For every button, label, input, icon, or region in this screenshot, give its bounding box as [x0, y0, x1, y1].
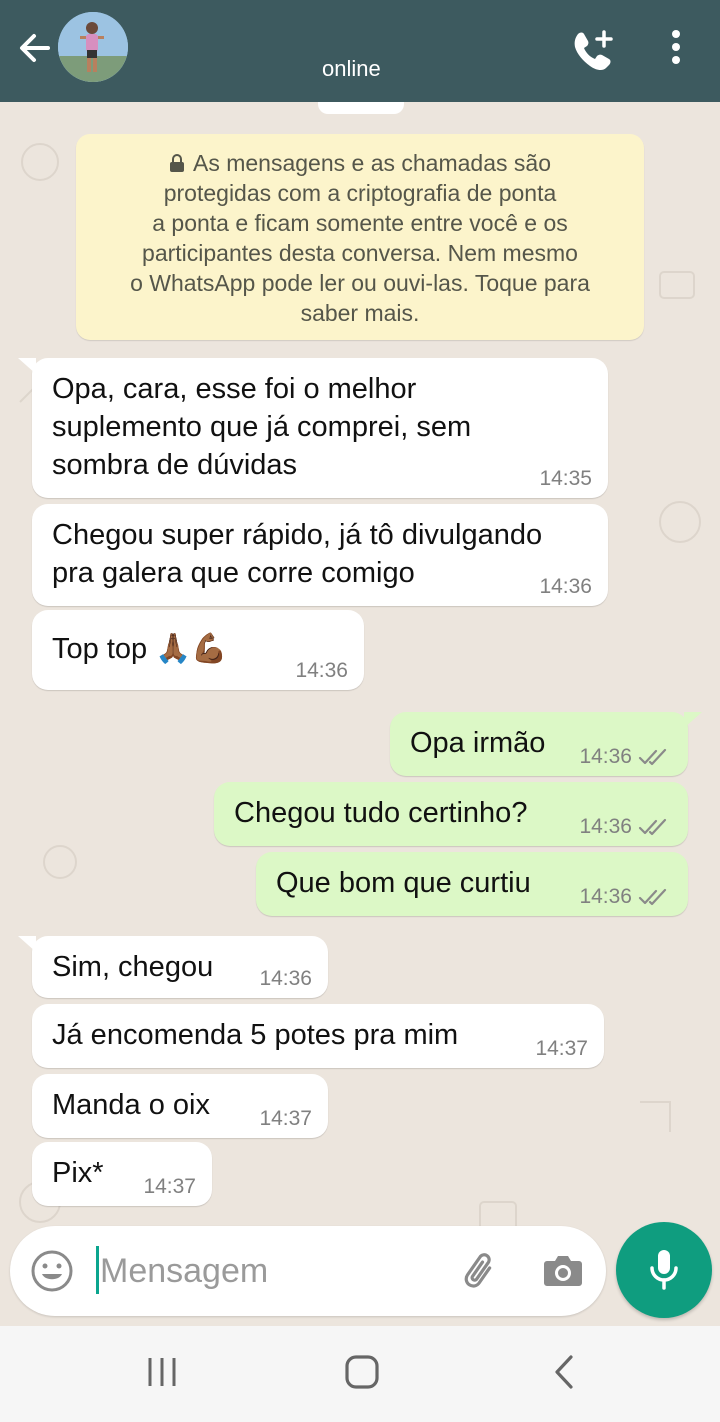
- message-incoming[interactable]: Pix* 14:37: [32, 1142, 212, 1206]
- message-outgoing[interactable]: Opa irmão 14:36: [390, 712, 702, 776]
- message-input[interactable]: [100, 1244, 430, 1298]
- message-time: 14:36: [579, 885, 632, 908]
- message-incoming[interactable]: Manda o oix 14:37: [32, 1074, 328, 1138]
- contact-status: online: [322, 56, 381, 81]
- nav-back-icon[interactable]: [552, 1354, 576, 1390]
- double-check-icon: [638, 888, 667, 906]
- encryption-line-3: a ponta e ficam somente entre você e os: [152, 210, 568, 236]
- message-outgoing[interactable]: Que bom que curtiu 14:36: [256, 852, 688, 916]
- message-text: Chegou tudo certinho?: [234, 797, 528, 829]
- message-time: 14:37: [143, 1175, 196, 1198]
- message-composer: [10, 1226, 606, 1316]
- message-time: 14:37: [259, 1107, 312, 1130]
- mic-button[interactable]: [616, 1222, 712, 1318]
- message-text: Top top 🙏🏾💪🏾: [52, 633, 228, 665]
- chat-header: online: [0, 0, 720, 102]
- message-time: 14:36: [539, 575, 592, 598]
- double-check-icon: [638, 748, 667, 766]
- message-incoming[interactable]: Sim, chegou 14:36: [18, 936, 328, 998]
- encryption-line-6: saber mais.: [300, 300, 420, 326]
- camera-icon[interactable]: [542, 1250, 584, 1290]
- chat-area[interactable]: As mensagens e as chamadas são protegida…: [0, 102, 720, 1326]
- emoji-icon[interactable]: [30, 1249, 74, 1293]
- text-cursor: [96, 1246, 99, 1294]
- arrow-left-icon[interactable]: [14, 28, 54, 68]
- message-text: Manda o oix: [52, 1089, 210, 1121]
- message-text: Pix*: [52, 1157, 104, 1189]
- lock-icon: [169, 149, 185, 172]
- message-outgoing[interactable]: Chegou tudo certinho? 14:36: [214, 782, 688, 846]
- message-time: 14:36: [259, 967, 312, 990]
- message-text: Que bom que curtiu: [276, 867, 531, 899]
- message-time: 14:36: [579, 815, 632, 838]
- encryption-line-5: o WhatsApp pode ler ou ouvi-las. Toque p…: [130, 270, 590, 296]
- home-icon[interactable]: [344, 1354, 380, 1390]
- encryption-notice[interactable]: As mensagens e as chamadas são protegida…: [76, 134, 644, 340]
- message-text: Opa, cara, esse foi o melhor suplemento …: [52, 373, 472, 481]
- previous-date-chip: [318, 102, 404, 114]
- message-time: 14:36: [295, 659, 348, 682]
- more-vert-icon[interactable]: [662, 28, 690, 68]
- message-text: Opa irmão: [410, 727, 546, 759]
- message-incoming[interactable]: Já encomenda 5 potes pra mim 14:37: [32, 1004, 604, 1068]
- message-text: Já encomenda 5 potes pra mim: [52, 1019, 459, 1051]
- message-time: 14:37: [535, 1037, 588, 1060]
- avatar[interactable]: [58, 12, 128, 82]
- encryption-line-1: As mensagens e as chamadas são: [193, 150, 551, 176]
- paperclip-icon[interactable]: [456, 1248, 500, 1294]
- add-call-icon[interactable]: [568, 26, 618, 76]
- message-incoming[interactable]: Top top 🙏🏾💪🏾 14:36: [32, 610, 364, 690]
- message-incoming[interactable]: Opa, cara, esse foi o melhor suplemento …: [18, 358, 608, 498]
- system-nav-bar: [0, 1326, 720, 1422]
- encryption-line-2: protegidas com a criptografia de ponta: [163, 180, 557, 206]
- message-text: Sim, chegou: [52, 951, 214, 983]
- mic-icon: [650, 1250, 678, 1290]
- recent-apps-icon[interactable]: [146, 1356, 178, 1388]
- message-time: 14:35: [539, 467, 592, 490]
- message-incoming[interactable]: Chegou super rápido, já tô divulgando pr…: [32, 504, 608, 606]
- double-check-icon: [638, 818, 667, 836]
- message-time: 14:36: [579, 745, 632, 768]
- encryption-line-4: participantes desta conversa. Nem mesmo: [142, 240, 578, 266]
- message-text: Chegou super rápido, já tô divulgando pr…: [52, 519, 543, 589]
